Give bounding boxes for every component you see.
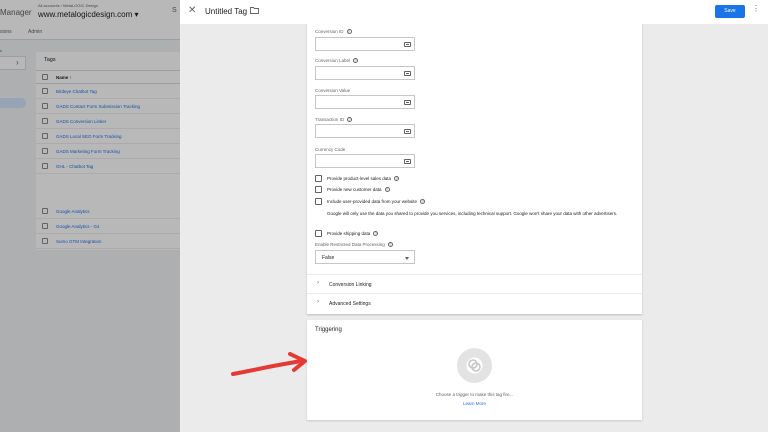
transaction-id-input[interactable] bbox=[315, 124, 415, 138]
help-icon[interactable]: ? bbox=[347, 117, 353, 123]
section-label: Conversion Linking bbox=[329, 282, 372, 288]
variable-icon[interactable] bbox=[404, 100, 411, 105]
restricted-data-select[interactable]: False bbox=[315, 250, 415, 264]
help-icon[interactable]: ? bbox=[387, 242, 393, 248]
conversion-id-label: Conversion ID? bbox=[315, 29, 352, 35]
conversion-id-input[interactable] bbox=[315, 37, 415, 51]
trigger-icon[interactable] bbox=[457, 348, 492, 383]
checkbox[interactable] bbox=[315, 175, 322, 182]
help-icon[interactable]: ? bbox=[384, 187, 390, 193]
more-vert-icon[interactable]: ⋮ bbox=[752, 4, 760, 13]
triggering-title: Triggering bbox=[315, 327, 342, 333]
conversion-value-label: Conversion Value bbox=[315, 88, 351, 93]
section-label: Advanced Settings bbox=[329, 301, 371, 307]
folder-icon[interactable] bbox=[250, 7, 259, 14]
help-icon[interactable]: ? bbox=[346, 29, 352, 35]
close-icon[interactable]: ✕ bbox=[188, 5, 196, 16]
currency-code-input[interactable] bbox=[315, 154, 415, 168]
save-button[interactable]: Save bbox=[715, 5, 745, 18]
help-icon[interactable]: ? bbox=[394, 176, 400, 182]
help-icon[interactable]: ? bbox=[373, 231, 379, 237]
chevron-right-icon: › bbox=[317, 299, 319, 305]
red-arrow-icon bbox=[231, 352, 307, 376]
tag-title[interactable]: Untitled Tag bbox=[205, 7, 247, 16]
currency-code-label: Currency Code bbox=[315, 147, 346, 152]
variable-icon[interactable] bbox=[404, 71, 411, 76]
tag-configuration-card: Conversion ID? Conversion Label? Convers… bbox=[307, 20, 642, 314]
restricted-data-value: False bbox=[322, 255, 335, 261]
help-icon[interactable]: ? bbox=[353, 58, 359, 64]
conversion-value-input[interactable] bbox=[315, 95, 415, 109]
variable-icon[interactable] bbox=[404, 42, 411, 47]
learn-more-link[interactable]: Learn More bbox=[307, 401, 642, 406]
transaction-id-label: Transaction ID? bbox=[315, 117, 353, 123]
user-data-note: Google will only use the data you shared… bbox=[327, 211, 618, 216]
section-conversion-linking[interactable]: › Conversion Linking bbox=[307, 274, 642, 293]
checkbox[interactable] bbox=[315, 198, 322, 205]
variable-icon[interactable] bbox=[404, 129, 411, 134]
conversion-label-input[interactable] bbox=[315, 66, 415, 80]
caret-down-icon bbox=[405, 257, 409, 260]
trigger-hint: Choose a trigger to make this tag fire..… bbox=[435, 392, 514, 397]
chevron-right-icon: › bbox=[317, 280, 319, 286]
section-advanced-settings[interactable]: › Advanced Settings bbox=[307, 293, 642, 312]
help-icon[interactable]: ? bbox=[420, 199, 426, 205]
checkbox[interactable] bbox=[315, 186, 322, 193]
triggering-card[interactable]: Triggering Choose a trigger to make this… bbox=[307, 320, 642, 420]
variable-icon[interactable] bbox=[404, 159, 411, 164]
conversion-label-label: Conversion Label? bbox=[315, 58, 359, 64]
trigger-glyph bbox=[466, 357, 483, 374]
restricted-data-label: Enable Restricted Data Processing? bbox=[315, 242, 393, 248]
checkbox[interactable] bbox=[315, 230, 322, 237]
panel-header: ✕ Untitled Tag Save ⋮ bbox=[180, 0, 768, 24]
